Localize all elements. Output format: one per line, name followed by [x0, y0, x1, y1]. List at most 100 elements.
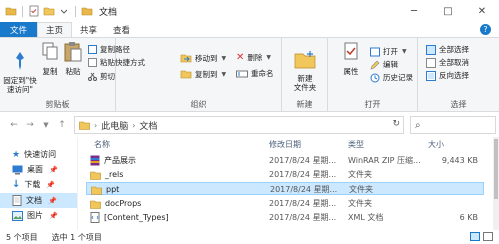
shortcut-icon — [88, 58, 97, 67]
nav-item-label: 快速访问 — [24, 150, 57, 159]
tab-file[interactable]: 文件 — [0, 22, 38, 37]
paste-button[interactable]: 粘贴 — [62, 41, 84, 76]
file-type: 文件夹 — [349, 185, 373, 194]
new-folder-icon — [294, 51, 316, 69]
edit-button[interactable]: 编辑 — [370, 59, 398, 70]
column-header-name[interactable]: 名称 — [94, 137, 110, 152]
move-to-button[interactable]: 移动到 ▼ — [180, 52, 226, 64]
select-all-button[interactable]: 全部选择 — [426, 44, 469, 55]
table-row-selected[interactable]: ppt 2017/8/24 星期... 文件夹 — [86, 182, 484, 195]
pin-icon — [16, 52, 24, 70]
nav-item-label: 图片 — [27, 211, 43, 220]
cut-button[interactable]: 剪切 — [88, 71, 115, 82]
select-all-icon — [426, 44, 436, 55]
new-folder-icon[interactable] — [43, 5, 55, 17]
nav-item-quick-access[interactable]: ★ 快速访问 — [12, 149, 56, 160]
window-controls: ─ □ ✕ — [397, 0, 499, 22]
select-none-label: 全部取消 — [439, 58, 469, 67]
table-row[interactable]: _rels 2017/8/24 星期... 文件夹 — [86, 168, 484, 181]
nav-item-pictures[interactable]: 图片 📌 — [12, 210, 58, 221]
new-group: 新建 文件夹 新建 — [282, 38, 328, 112]
file-type: WinRAR ZIP 压缩... — [348, 156, 421, 165]
search-icon: ⌕ — [415, 119, 421, 131]
navigation-pane: ★ 快速访问 桌面 📌 ↓ 下载 📌 文档 📌 图片 📌 — [0, 137, 78, 230]
copy-button[interactable]: 复制 — [40, 41, 60, 76]
file-type: XML 文档 — [348, 213, 384, 222]
quick-access-toolbar — [0, 5, 93, 17]
rename-button[interactable]: 重命名 — [236, 68, 274, 79]
pin-quick-access-button[interactable]: 固定到"快 速访问" — [3, 41, 37, 103]
chevron-right-icon: › — [132, 120, 136, 130]
properties-icon — [344, 42, 358, 60]
nav-item-label: 下载 — [24, 180, 41, 189]
select-all-label: 全部选择 — [439, 45, 469, 54]
download-icon: ↓ — [12, 179, 21, 190]
invert-selection-label: 反向选择 — [439, 71, 469, 80]
copy-to-button[interactable]: 复制到 ▼ — [180, 68, 226, 80]
select-group: 全部选择 全部取消 反向选择 选择 — [418, 38, 499, 112]
scissors-icon — [88, 72, 97, 81]
nav-item-documents[interactable]: 文档 📌 — [0, 193, 77, 208]
file-date: 2017/8/24 星期... — [270, 185, 338, 194]
column-header-size[interactable]: 大小 — [428, 137, 444, 152]
large-icons-view-button[interactable] — [483, 232, 493, 241]
selected-count: 选中 1 个项目 — [51, 232, 102, 242]
new-group-label: 新建 — [296, 100, 313, 109]
history-icon — [370, 73, 380, 82]
select-none-button[interactable]: 全部取消 — [426, 57, 469, 68]
search-input[interactable]: ⌕ — [410, 116, 496, 134]
file-size: 9,443 KB — [441, 156, 478, 165]
details-view-button[interactable] — [470, 232, 480, 241]
nav-item-label: 桌面 — [27, 165, 43, 174]
tab-share[interactable]: 共享 — [72, 22, 105, 37]
breadcrumb-documents[interactable]: 文档 — [139, 119, 157, 132]
document-icon — [12, 195, 22, 206]
nav-item-downloads[interactable]: ↓ 下载 📌 — [12, 179, 55, 190]
file-date: 2017/8/24 星期... — [269, 170, 337, 179]
tab-home[interactable]: 主页 — [37, 22, 73, 37]
forward-button[interactable]: → — [22, 116, 38, 134]
separator — [22, 5, 23, 17]
history-button[interactable]: 历史记录 — [370, 72, 413, 83]
new-folder-button[interactable]: 新建 文件夹 — [286, 41, 324, 101]
minimize-button[interactable]: ─ — [397, 0, 431, 22]
open-group-label: 打开 — [364, 100, 381, 109]
file-type: 文件夹 — [348, 199, 372, 208]
column-header-type[interactable]: 类型 — [348, 137, 364, 152]
dropdown-icon[interactable] — [58, 5, 70, 17]
invert-selection-icon — [426, 70, 436, 81]
status-bar: 5 个项目 选中 1 个项目 — [0, 230, 499, 244]
column-header-date[interactable]: 修改日期 — [269, 137, 301, 152]
file-list: 名称 修改日期 类型 大小 产品展示 2017/8/24 星期... WinRA… — [86, 137, 499, 230]
copy-path-icon — [88, 45, 97, 54]
invert-selection-button[interactable]: 反向选择 — [426, 70, 469, 81]
properties-button[interactable]: 属性 — [340, 41, 362, 76]
maximize-button[interactable]: □ — [431, 0, 465, 22]
open-button[interactable]: 打开 ▼ — [370, 46, 407, 57]
help-icon[interactable]: ? — [480, 24, 491, 35]
table-row[interactable]: [Content_Types] 2017/8/24 星期... XML 文档 6… — [86, 211, 484, 224]
breadcrumb-this-pc[interactable]: 此电脑 — [101, 119, 128, 132]
close-button[interactable]: ✕ — [465, 0, 499, 22]
star-icon: ★ — [12, 149, 21, 160]
file-date: 2017/8/24 星期... — [269, 199, 337, 208]
tab-view[interactable]: 查看 — [105, 22, 138, 37]
table-row[interactable]: 产品展示 2017/8/24 星期... WinRAR ZIP 压缩... 9,… — [86, 154, 484, 167]
up-button[interactable]: ↑ — [54, 116, 70, 134]
address-bar[interactable]: › 此电脑 › 文档 ↻ — [74, 116, 404, 134]
history-label: 历史记录 — [383, 73, 413, 82]
scrollbar-thumb[interactable] — [494, 139, 498, 199]
copy-label: 复制 — [42, 67, 58, 76]
delete-button[interactable]: ✕ 删除 ▼ — [236, 52, 271, 63]
nav-item-desktop[interactable]: 桌面 📌 — [12, 164, 58, 175]
folder-icon — [91, 186, 102, 195]
properties-icon[interactable] — [28, 5, 40, 17]
copy-to-label: 复制到 — [195, 69, 218, 79]
clipboard-group: 固定到"快 速访问" 复制 粘贴 复制路径 粘贴快捷方式 剪切 剪贴板 — [0, 38, 145, 112]
back-button[interactable]: ← — [6, 116, 22, 134]
table-row[interactable]: docProps 2017/8/24 星期... 文件夹 — [86, 197, 484, 210]
folder-icon — [81, 7, 93, 16]
recent-locations-dropdown[interactable]: ▼ — [38, 116, 54, 134]
vertical-scrollbar[interactable] — [493, 137, 499, 230]
refresh-icon[interactable]: ↻ — [392, 119, 400, 129]
